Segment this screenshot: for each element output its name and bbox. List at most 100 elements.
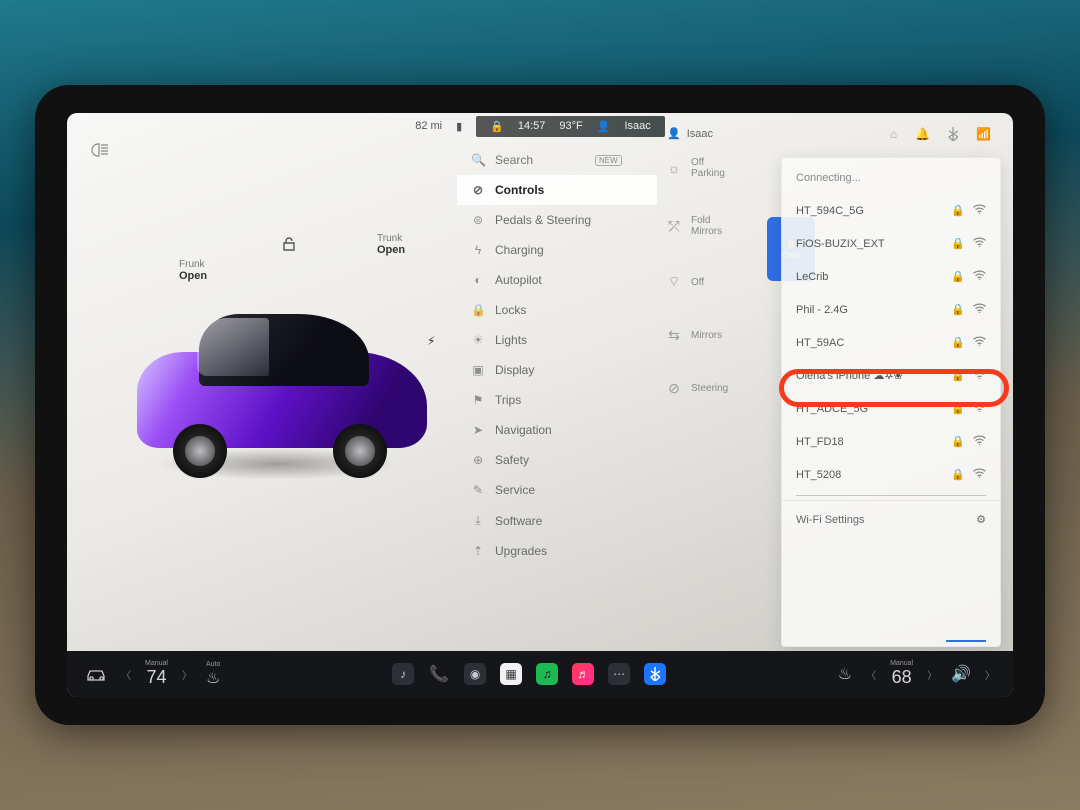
car-render (137, 304, 437, 474)
settings-item-safety[interactable]: ⊕Safety (457, 445, 657, 475)
wifi-network-item[interactable]: LeCrib 🔒 (782, 260, 1000, 293)
unlock-icon[interactable] (282, 237, 296, 251)
app-phone-icon[interactable]: 📞 (428, 663, 450, 685)
active-tab-indicator (946, 640, 986, 642)
chevron-right-icon[interactable]: 〉 (927, 667, 937, 682)
settings-item-controls[interactable]: ⊘Controls (457, 175, 657, 205)
trunk-label[interactable]: Trunk Open (377, 233, 405, 256)
wifi-popover: Connecting... HT_594C_5G🔒FiOS-BUZIX_EXT🔒… (781, 157, 1001, 647)
wifi-icon (973, 204, 986, 217)
settings-item-lights[interactable]: ☀Lights (457, 325, 657, 355)
settings-item-pedals-steering[interactable]: ⊜Pedals & Steering (457, 205, 657, 235)
left-temp[interactable]: 74 (145, 667, 168, 688)
menu-item-icon: ◐ (471, 273, 485, 287)
menu-item-icon: 🔒 (471, 303, 485, 317)
settings-item-service[interactable]: ✎Service (457, 475, 657, 505)
app-spotify-icon[interactable]: ♫ (536, 663, 558, 685)
frunk-label[interactable]: Frunk Open (179, 259, 207, 282)
volume-icon[interactable]: 🔊 (951, 664, 971, 684)
wifi-network-item[interactable]: HT_594C_5G🔒 (782, 194, 1000, 227)
menu-item-label: Navigation (495, 423, 552, 437)
auto-climate-label: Auto (206, 661, 220, 668)
seat-heater-left-icon[interactable]: ♨ (206, 670, 220, 687)
wifi-network-item[interactable]: HT_5208 🔒 (782, 458, 1000, 491)
control-icon: ⌔ (665, 273, 683, 291)
headlights-icon[interactable] (89, 143, 109, 157)
car-visualization-pane: Frunk Open Trunk Open ⚡︎ (67, 139, 457, 651)
network-name: Phil - 2.4G (796, 304, 848, 316)
settings-item-upgrades[interactable]: ⇡Upgrades (457, 536, 657, 566)
menu-item-icon: ⊜ (471, 213, 485, 227)
clock-text: 14:57 (518, 120, 546, 132)
chevron-left-icon[interactable]: 〈 (866, 667, 876, 682)
seat-heater-right-icon[interactable]: ♨ (838, 664, 852, 684)
settings-item-charging[interactable]: ϟCharging (457, 235, 657, 265)
settings-item-navigation[interactable]: ➤ Navigation (457, 415, 657, 445)
control-icon: ⤱ (665, 218, 683, 235)
wifi-network-item[interactable]: FiOS-BUZIX_EXT🔒 (782, 227, 1000, 260)
settings-item-display[interactable]: ▣Display (457, 355, 657, 385)
wifi-network-item[interactable]: Phil - 2.4G 🔒 (782, 293, 1000, 326)
menu-item-label: Autopilot (495, 273, 542, 287)
menu-item-label: Controls (495, 183, 544, 197)
settings-item-trips[interactable]: ⚑Trips (457, 385, 657, 415)
search-input[interactable] (495, 153, 585, 167)
lock-icon: 🔒 (951, 435, 965, 448)
network-name: HT_5208 (796, 469, 841, 481)
search-icon: 🔍 (471, 153, 485, 167)
chevron-right-icon[interactable]: 〉 (182, 667, 192, 682)
app-camera-icon[interactable]: ◉ (464, 663, 486, 685)
lock-icon: 🔒 (951, 336, 965, 349)
cell-signal-icon[interactable]: 📶 (976, 127, 991, 141)
search-row[interactable]: 🔍 NEW (457, 145, 657, 175)
gear-icon: ⚙ (976, 513, 986, 526)
chevron-right-icon[interactable]: 〉 (985, 667, 995, 682)
driver-chip[interactable]: 👤 Isaac (667, 127, 713, 140)
bottom-dock: 〈 Manual 74 〉 Auto ♨ ♪ 📞 ◉ ▦ ♫ ♬ ⋯ (67, 651, 1013, 697)
sentry-icon[interactable]: ⌂ (890, 127, 897, 141)
menu-item-label: Lights (495, 333, 527, 347)
app-more-icon[interactable]: ⋯ (608, 663, 630, 685)
menu-item-label: Display (495, 363, 534, 377)
network-name: LeCrib (796, 271, 828, 283)
chevron-left-icon[interactable]: 〈 (121, 667, 131, 682)
wifi-network-item[interactable]: HT_FD18 🔒 (782, 425, 1000, 458)
range-text: 82 mi (415, 120, 442, 132)
status-tray: ⌂ 🔔 📶 (890, 127, 991, 141)
bluetooth-icon[interactable] (948, 127, 958, 141)
app-bluetooth-icon[interactable] (644, 663, 666, 685)
settings-item-software[interactable]: ⤓Software (457, 505, 657, 536)
app-calendar-icon[interactable]: ▦ (500, 663, 522, 685)
menu-item-label: Charging (495, 243, 544, 257)
menu-item-icon: ➤ (471, 423, 485, 437)
network-name: HT_59AC (796, 337, 844, 349)
car-icon[interactable] (85, 668, 107, 681)
menu-item-label: Trips (495, 393, 521, 407)
wifi-icon (973, 270, 986, 283)
notifications-icon[interactable]: 🔔 (915, 127, 930, 141)
settings-item-autopilot[interactable]: ◐ Autopilot (457, 265, 657, 295)
right-temp[interactable]: 68 (890, 667, 913, 688)
menu-item-label: Upgrades (495, 544, 547, 558)
menu-item-label: Safety (495, 453, 529, 467)
lock-icon: 🔒 (490, 120, 504, 133)
settings-nav: 🔍 NEW ⊘Controls⊜Pedals & SteeringϟChargi… (457, 139, 657, 651)
settings-item-locks[interactable]: 🔒 Locks (457, 295, 657, 325)
app-applemusic-icon[interactable]: ♬ (572, 663, 594, 685)
lock-icon: 🔒 (951, 270, 965, 283)
wifi-network-item[interactable]: HT_59AC 🔒 (782, 326, 1000, 359)
control-icon: ⇆ (665, 327, 683, 344)
lock-icon: 🔒 (951, 369, 965, 382)
menu-item-label: Locks (495, 303, 526, 317)
outside-temp-text: 93°F (559, 120, 582, 132)
status-bar: 82 mi ▮ 🔒 14:57 93°F 👤 Isaac (67, 113, 1013, 139)
app-media-icon[interactable]: ♪ (392, 663, 414, 685)
menu-item-icon: ✎ (471, 483, 485, 497)
wifi-settings-row[interactable]: Wi-Fi Settings ⚙ (782, 500, 1000, 530)
wifi-network-item[interactable]: HT_ADCE_5G🔒 (782, 392, 1000, 425)
wifi-network-item[interactable]: Olena's iPhone ☁︎✲❀ 🔒 (782, 359, 1000, 392)
network-name: HT_FD18 (796, 436, 844, 448)
network-name: Olena's iPhone ☁︎✲❀ (796, 369, 903, 382)
lock-icon: 🔒 (951, 303, 965, 316)
lock-icon: 🔒 (951, 468, 965, 481)
